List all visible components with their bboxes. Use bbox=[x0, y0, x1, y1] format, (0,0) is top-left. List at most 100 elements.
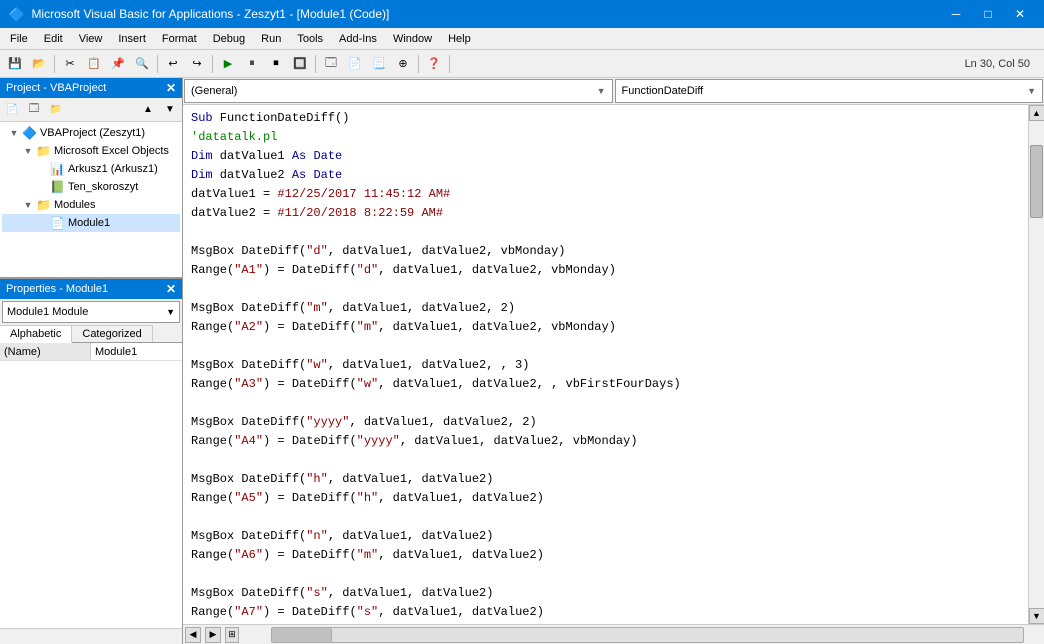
code-vertical-scrollbar[interactable]: ▲ ▼ bbox=[1028, 105, 1044, 624]
tb-separator-5 bbox=[418, 55, 419, 73]
hscroll-left-arrow[interactable]: ◀ bbox=[185, 627, 201, 643]
paste-button[interactable]: 📌 bbox=[107, 53, 129, 75]
general-dropdown-arrow: ▼ bbox=[597, 86, 606, 96]
maximize-button[interactable]: □ bbox=[972, 0, 1004, 28]
view-code-button[interactable]: 📄 bbox=[2, 101, 22, 119]
menu-bar: File Edit View Insert Format Debug Run T… bbox=[0, 28, 1044, 50]
menu-addins[interactable]: Add-Ins bbox=[331, 28, 385, 49]
arkusz1-label: Arkusz1 (Arkusz1) bbox=[68, 163, 158, 175]
tree-item-module1[interactable]: 📄 Module1 bbox=[2, 214, 180, 232]
project-toolbar: 📄 🗔 📁 ▲ ▼ bbox=[0, 98, 182, 122]
design-mode-button[interactable]: 🔲 bbox=[289, 53, 311, 75]
main-layout: Project - VBAProject ✕ 📄 🗔 📁 ▲ ▼ ▼ 🔷 VBA… bbox=[0, 78, 1044, 644]
project-pane-close[interactable]: ✕ bbox=[166, 81, 176, 95]
save-button[interactable]: 💾 bbox=[4, 53, 26, 75]
project-pane: Project - VBAProject ✕ 📄 🗔 📁 ▲ ▼ ▼ 🔷 VBA… bbox=[0, 78, 182, 279]
tree-item-vbaproject[interactable]: ▼ 🔷 VBAProject (Zeszyt1) bbox=[2, 124, 180, 142]
run-button[interactable]: ▶ bbox=[217, 53, 239, 75]
properties-tabs: Alphabetic Categorized bbox=[0, 325, 182, 343]
scroll-down-arrow[interactable]: ▼ bbox=[1029, 608, 1044, 624]
toolbar: 💾 📂 ✂ 📋 📌 🔍 ↩ ↪ ▶ ⏸ ⏹ 🔲 🗔 📄 📃 ⊕ ❓ Ln 30,… bbox=[0, 50, 1044, 78]
window-controls: ─ □ ✕ bbox=[940, 0, 1036, 28]
expand-modules[interactable]: ▼ bbox=[20, 200, 36, 210]
hscroll-right-arrow[interactable]: ▶ bbox=[205, 627, 221, 643]
project-pane-header: Project - VBAProject ✕ bbox=[0, 78, 182, 98]
title-bar: 🔷 Microsoft Visual Basic for Application… bbox=[0, 0, 1044, 28]
code-area: (General) ▼ FunctionDateDiff ▼ Sub Funct… bbox=[183, 78, 1044, 644]
module1-label: Module1 bbox=[68, 217, 110, 229]
view-object-button[interactable]: 🗔 bbox=[24, 101, 44, 119]
properties-scroll[interactable] bbox=[0, 628, 182, 644]
scroll-up-arrow[interactable]: ▲ bbox=[1029, 105, 1044, 121]
prop-name-label: (Name) bbox=[0, 343, 91, 360]
modules-label: Modules bbox=[54, 199, 96, 211]
module1-icon: 📄 bbox=[50, 216, 65, 230]
modules-icon: 📁 bbox=[36, 198, 51, 212]
general-dropdown-label: (General) bbox=[191, 85, 237, 97]
tree-item-workbook[interactable]: 📗 Ten_skoroszyt bbox=[2, 178, 180, 196]
properties-pane: Properties - Module1 ✕ Module1 Module ▼ … bbox=[0, 279, 182, 644]
code-editor[interactable]: Sub FunctionDateDiff() 'datatalk.pl Dim … bbox=[183, 105, 1028, 624]
cursor-position: Ln 30, Col 50 bbox=[965, 58, 1040, 70]
userform-button[interactable]: 🗔 bbox=[320, 53, 342, 75]
function-dropdown-label: FunctionDateDiff bbox=[622, 85, 704, 97]
menu-view[interactable]: View bbox=[71, 28, 111, 49]
vbaproject-label: VBAProject (Zeszyt1) bbox=[40, 127, 145, 139]
menu-file[interactable]: File bbox=[2, 28, 36, 49]
minimize-button[interactable]: ─ bbox=[940, 0, 972, 28]
split-view-button[interactable]: ⊞ bbox=[225, 627, 239, 643]
class-button[interactable]: 📃 bbox=[368, 53, 390, 75]
reset-button[interactable]: ⏹ bbox=[265, 53, 287, 75]
menu-window[interactable]: Window bbox=[385, 28, 440, 49]
redo-button[interactable]: ↪ bbox=[186, 53, 208, 75]
menu-run[interactable]: Run bbox=[253, 28, 289, 49]
cut-button[interactable]: ✂ bbox=[59, 53, 81, 75]
properties-pane-title: Properties - Module1 bbox=[6, 283, 108, 295]
code-header: (General) ▼ FunctionDateDiff ▼ bbox=[183, 78, 1044, 105]
toggle-folders-button[interactable]: 📁 bbox=[46, 101, 66, 119]
tree-item-modules[interactable]: ▼ 📁 Modules bbox=[2, 196, 180, 214]
tb-separator-1 bbox=[54, 55, 55, 73]
scroll-thumb[interactable] bbox=[1030, 145, 1043, 218]
project-scroll-down[interactable]: ▼ bbox=[160, 101, 180, 119]
scroll-track[interactable] bbox=[1029, 121, 1044, 608]
excel-objects-label: Microsoft Excel Objects bbox=[54, 145, 169, 157]
project-scroll-up[interactable]: ▲ bbox=[138, 101, 158, 119]
break-button[interactable]: ⏸ bbox=[241, 53, 263, 75]
project-pane-title: Project - VBAProject bbox=[6, 82, 106, 94]
menu-debug[interactable]: Debug bbox=[205, 28, 253, 49]
module-button[interactable]: 📄 bbox=[344, 53, 366, 75]
expand-vbaproject[interactable]: ▼ bbox=[6, 128, 22, 138]
properties-pane-close[interactable]: ✕ bbox=[166, 282, 176, 296]
tree-item-arkusz1[interactable]: 📊 Arkusz1 (Arkusz1) bbox=[2, 160, 180, 178]
properties-dropdown[interactable]: Module1 Module ▼ bbox=[2, 301, 180, 323]
left-panel: Project - VBAProject ✕ 📄 🗔 📁 ▲ ▼ ▼ 🔷 VBA… bbox=[0, 78, 183, 644]
general-dropdown[interactable]: (General) ▼ bbox=[184, 79, 613, 103]
close-button[interactable]: ✕ bbox=[1004, 0, 1036, 28]
menu-tools[interactable]: Tools bbox=[289, 28, 331, 49]
menu-edit[interactable]: Edit bbox=[36, 28, 71, 49]
project-tree[interactable]: ▼ 🔷 VBAProject (Zeszyt1) ▼ 📁 Microsoft E… bbox=[0, 122, 182, 277]
menu-help[interactable]: Help bbox=[440, 28, 479, 49]
help-button[interactable]: ❓ bbox=[423, 53, 445, 75]
find-button[interactable]: 🔍 bbox=[131, 53, 153, 75]
function-dropdown[interactable]: FunctionDateDiff ▼ bbox=[615, 79, 1044, 103]
tb-separator-2 bbox=[157, 55, 158, 73]
procedure-button[interactable]: ⊕ bbox=[392, 53, 414, 75]
copy-button[interactable]: 📋 bbox=[83, 53, 105, 75]
properties-dropdown-value: Module1 Module bbox=[7, 306, 88, 318]
menu-insert[interactable]: Insert bbox=[110, 28, 154, 49]
tab-alphabetic[interactable]: Alphabetic bbox=[0, 325, 72, 343]
tb-separator-4 bbox=[315, 55, 316, 73]
tb-separator-3 bbox=[212, 55, 213, 73]
tree-item-excel-objects[interactable]: ▼ 📁 Microsoft Excel Objects bbox=[2, 142, 180, 160]
code-bottom-bar: ◀ ▶ ⊞ bbox=[183, 624, 1044, 644]
expand-excel-objects[interactable]: ▼ bbox=[20, 146, 36, 156]
open-button[interactable]: 📂 bbox=[28, 53, 50, 75]
prop-name-value[interactable]: Module1 bbox=[91, 346, 182, 358]
menu-format[interactable]: Format bbox=[154, 28, 205, 49]
tab-categorized[interactable]: Categorized bbox=[72, 325, 152, 342]
workbook-icon: 📗 bbox=[50, 180, 65, 194]
horizontal-scrollbar[interactable] bbox=[271, 627, 1024, 643]
undo-button[interactable]: ↩ bbox=[162, 53, 184, 75]
